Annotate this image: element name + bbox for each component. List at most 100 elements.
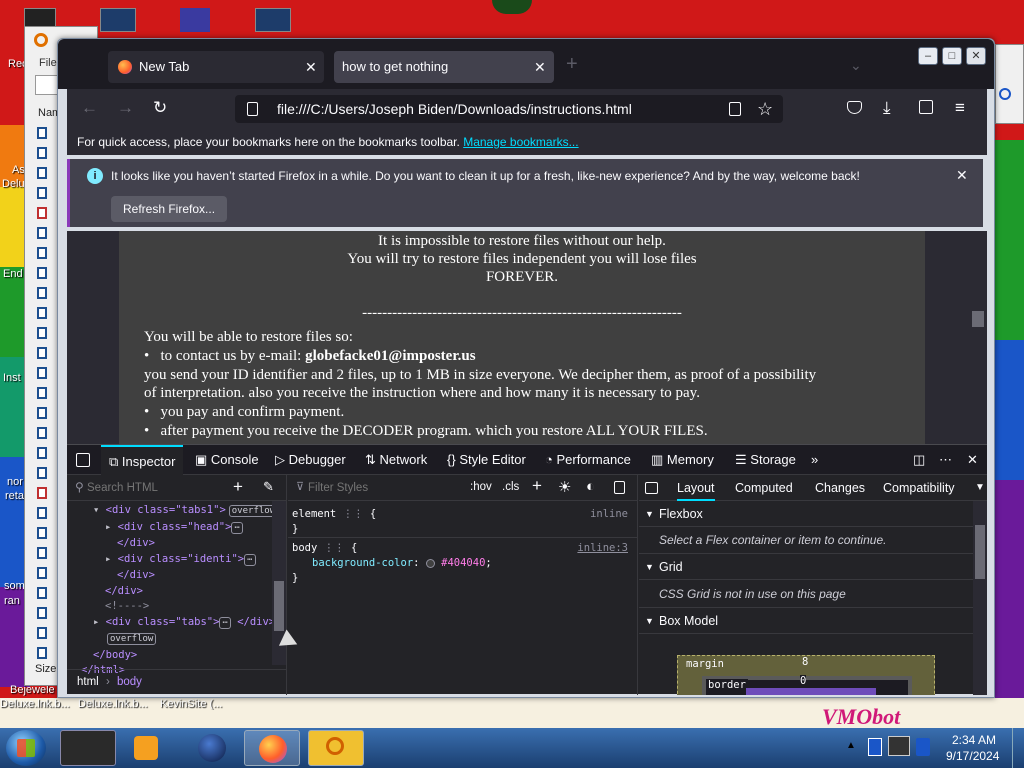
rule-source[interactable]: inline	[590, 507, 628, 522]
file-icon[interactable]	[37, 567, 47, 579]
tab-memory[interactable]: ▥ Memory	[651, 445, 714, 475]
markup-node[interactable]: </div>	[67, 568, 271, 584]
close-icon[interactable]: ✕	[305, 51, 317, 83]
ellipsis-badge[interactable]: ⋯	[219, 616, 231, 629]
tab-computed[interactable]: Computed	[735, 475, 793, 501]
collapse-icon[interactable]: ▾	[93, 504, 99, 516]
more-tabs-icon[interactable]: »	[811, 445, 818, 475]
desktop-label[interactable]: ran	[4, 595, 26, 607]
file-icon[interactable]	[37, 647, 47, 659]
desktop-label[interactable]: KevinSite (...	[160, 698, 230, 710]
tab-list-icon[interactable]: ⌄	[850, 57, 862, 74]
box-model-border[interactable]: border 0	[702, 675, 912, 695]
options-icon[interactable]: ⋯	[939, 445, 952, 475]
tab-storage[interactable]: ☰ Storage	[735, 445, 796, 475]
extensions-icon[interactable]	[919, 100, 933, 114]
file-icon[interactable]	[37, 327, 47, 339]
file-icon[interactable]	[37, 167, 47, 179]
start-button[interactable]	[6, 730, 46, 766]
file-icon[interactable]	[37, 307, 47, 319]
expand-icon[interactable]: ▸	[105, 521, 111, 533]
file-icon[interactable]	[37, 527, 47, 539]
tab-changes[interactable]: Changes	[815, 475, 865, 501]
tray-icon[interactable]	[868, 738, 882, 756]
clock-date[interactable]: 9/17/2024	[946, 749, 999, 763]
taskbar-app-search[interactable]	[308, 730, 364, 766]
rule-element[interactable]: element ⋮⋮ { inline }	[292, 507, 632, 537]
chevron-down-icon[interactable]: ▼	[975, 475, 985, 501]
file-icon[interactable]	[37, 607, 47, 619]
add-node-icon[interactable]: +	[233, 477, 243, 497]
file-icon[interactable]	[37, 547, 47, 559]
file-icon[interactable]	[37, 227, 47, 239]
file-icon[interactable]	[37, 627, 47, 639]
tab-how-to-get-nothing[interactable]: how to get nothing ✕	[334, 51, 554, 83]
color-swatch-icon[interactable]	[425, 558, 435, 568]
tab-new-tab[interactable]: New Tab ✕	[108, 51, 324, 83]
tab-debugger[interactable]: ▷ Debugger	[275, 445, 346, 475]
file-icon[interactable]	[37, 127, 47, 139]
close-icon[interactable]: ✕	[967, 445, 978, 475]
tab-console[interactable]: ▣ Console	[195, 445, 259, 475]
pocket-icon[interactable]	[847, 101, 862, 114]
markup-node[interactable]: ▸ <div class="head"> ⋯	[67, 520, 271, 537]
markup-node[interactable]: ▸ <div class="tabs"> ⋯ </div>	[67, 615, 275, 632]
desktop-icon[interactable]	[180, 8, 210, 32]
close-window-button[interactable]: ✕	[966, 47, 986, 65]
tab-performance[interactable]: ◔ Performance	[545, 445, 631, 475]
maximize-button[interactable]: □	[942, 47, 962, 65]
desktop-icon[interactable]	[255, 8, 291, 32]
markup-node[interactable]: ▾ <div class="tabs1"> overflow	[67, 503, 279, 520]
rule-source[interactable]: inline:3	[577, 541, 628, 556]
file-icon[interactable]	[37, 367, 47, 379]
tab-layout[interactable]: Layout	[677, 475, 715, 501]
file-icon[interactable]	[37, 467, 47, 479]
refresh-firefox-button[interactable]: Refresh Firefox...	[111, 196, 228, 222]
tray-icon[interactable]	[888, 736, 910, 756]
eyedropper-icon[interactable]: ✎	[263, 479, 274, 495]
manage-bookmarks-link[interactable]: Manage bookmarks...	[463, 135, 578, 149]
file-icon[interactable]	[37, 447, 47, 459]
network-icon[interactable]	[916, 738, 930, 756]
print-icon[interactable]	[614, 481, 625, 494]
tab-network[interactable]: ⇅ Network	[365, 445, 427, 475]
url-bar[interactable]: file:///C:/Users/Joseph Biden/Downloads/…	[235, 95, 783, 123]
reload-icon[interactable]: ↻	[153, 99, 167, 117]
file-icon[interactable]	[37, 427, 47, 439]
box-model-margin[interactable]: margin 8 border 0	[677, 655, 935, 695]
file-icon[interactable]	[37, 347, 47, 359]
back-icon[interactable]: ←	[81, 99, 98, 117]
show-desktop-button[interactable]	[1012, 728, 1024, 768]
explorer-address-field[interactable]	[35, 75, 59, 95]
ellipsis-badge[interactable]: ⋯	[231, 521, 243, 534]
file-icon[interactable]	[37, 267, 47, 279]
file-icon[interactable]	[37, 247, 47, 259]
ellipsis-badge[interactable]: ⋯	[244, 553, 256, 566]
clock-time[interactable]: 2:34 AM	[952, 733, 996, 747]
property-value[interactable]: #404040	[441, 557, 485, 569]
taskbar-app-globe[interactable]	[184, 730, 240, 766]
desktop-icon[interactable]	[100, 8, 136, 32]
download-icon[interactable]: ⤓	[883, 99, 891, 117]
forward-icon[interactable]: →	[117, 99, 134, 117]
close-icon[interactable]: ✕	[956, 167, 968, 184]
bookmark-star-icon[interactable]: ☆	[757, 95, 773, 123]
taskbar-app-media-player[interactable]	[120, 730, 176, 766]
light-mode-icon[interactable]: ☀	[558, 478, 571, 496]
menu-icon[interactable]: ≡	[955, 99, 965, 117]
minimize-button[interactable]: –	[918, 47, 938, 65]
explorer-menu-label[interactable]: File	[39, 57, 57, 69]
markup-comment[interactable]: <!---->	[67, 599, 271, 615]
file-icon[interactable]	[37, 487, 47, 499]
show-hidden-icons-icon[interactable]: ▲	[846, 740, 856, 751]
file-icon[interactable]	[37, 387, 47, 399]
add-rule-icon[interactable]: +	[532, 476, 542, 496]
layout-scrollbar[interactable]	[973, 501, 987, 695]
desktop-label[interactable]: Deluxe.lnk.b...	[0, 698, 74, 710]
firefox-window[interactable]: New Tab ✕ how to get nothing ✕ + ⌄ – □ ✕…	[57, 38, 995, 698]
breadcrumb-body[interactable]: body	[117, 676, 142, 688]
box-model-section-header[interactable]: ▼ Box Model	[639, 608, 973, 634]
taskbar-app-black-box[interactable]	[60, 730, 116, 766]
cls-toggle[interactable]: .cls	[502, 481, 519, 493]
markup-node[interactable]: overflow	[67, 631, 271, 648]
